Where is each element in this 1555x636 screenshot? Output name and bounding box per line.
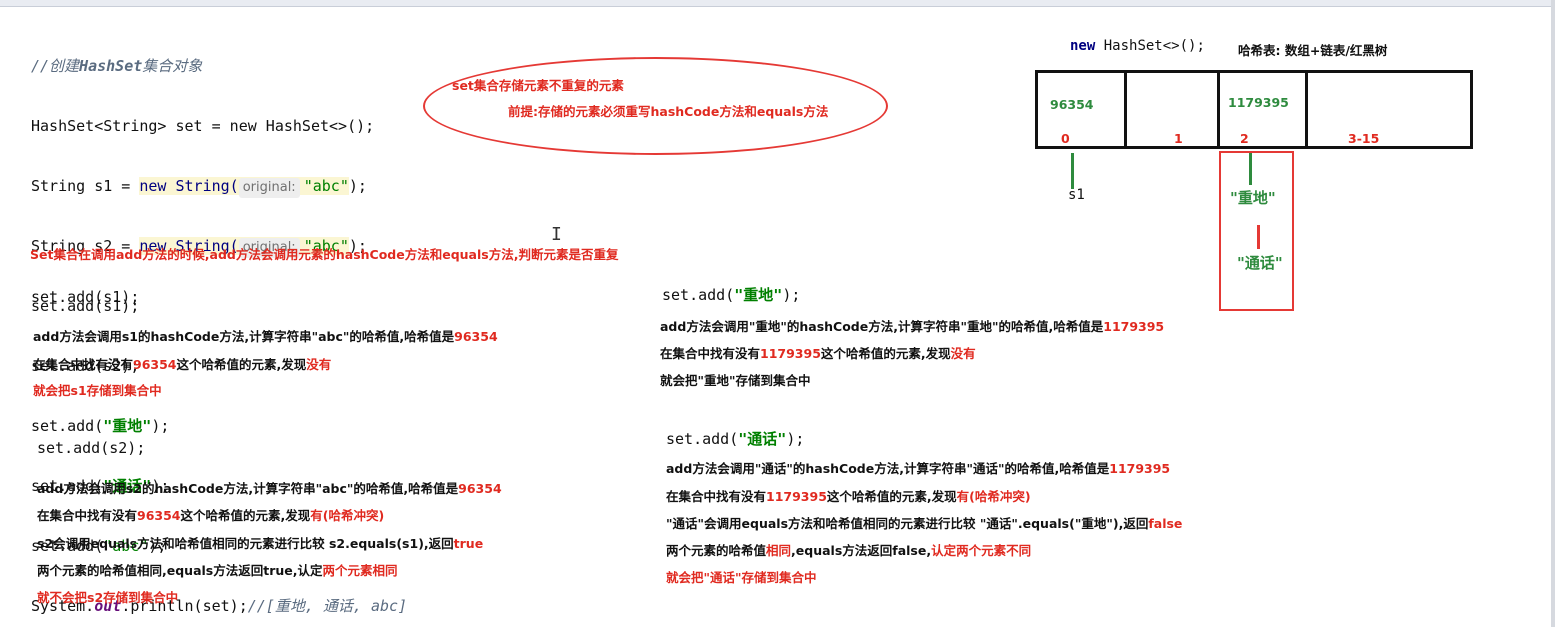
block-s2-line-3: s2会调用equals方法和哈希值相同的元素进行比较 s2.equals(s1)… — [37, 536, 484, 551]
code-line-2: String s1 = new String(original: "abc"); — [31, 176, 407, 198]
bucket-index-2: 2 — [1240, 131, 1249, 146]
block-tonghua-line-4: 两个元素的哈希值相同,equals方法返回false,认定两个元素不同 — [666, 543, 1032, 558]
chain-node-s1: s1 — [1068, 187, 1085, 203]
bucket-index-0: 0 — [1061, 131, 1070, 146]
chain-link-collision — [1257, 225, 1260, 249]
block-s2-code: set.add(s2); — [37, 439, 146, 457]
block-s1-line-3: 就会把s1存储到集合中 — [33, 383, 162, 398]
block-zhongdi-line-2: 在集合中找有没有1179395这个哈希值的元素,发现没有 — [660, 346, 976, 361]
block-s2-line-2: 在集合中找有没有96354这个哈希值的元素,发现有(哈希冲突) — [37, 508, 385, 523]
ellipse-line-1: set集合存储元素不重复的元素 — [452, 78, 624, 93]
block-s2-line-5: 就不会把s2存储到集合中 — [37, 590, 179, 605]
block-zhongdi-line-1: add方法会调用"重地"的hashCode方法,计算字符串"重地"的哈希值,哈希… — [660, 319, 1165, 334]
text-cursor-icon: I — [551, 224, 562, 245]
block-s2-line-1: add方法会调用s2的hashCode方法,计算字符串"abc"的哈希值,哈希值… — [37, 481, 502, 496]
chain-node-zhongdi: "重地" — [1230, 189, 1276, 207]
chain-link-s1 — [1071, 153, 1074, 189]
code-line-6: set.add("重地"); — [31, 417, 170, 435]
block-s1-line-2: 在集合中找有没有96354这个哈希值的元素,发现没有 — [33, 357, 332, 372]
ellipse-line-2: 前提:存储的元素必须重写hashCode方法和equals方法 — [508, 104, 829, 119]
block-tonghua-line-2: 在集合中找有没有1179395这个哈希值的元素,发现有(哈希冲突) — [666, 489, 1031, 504]
table-divider — [1124, 70, 1127, 149]
window-right-edge — [1551, 0, 1555, 627]
block-zhongdi-line-3: 就会把"重地"存储到集合中 — [660, 373, 811, 388]
code-line-1: HashSet<String> set = new HashSet<>(); — [31, 117, 375, 135]
block-tonghua-code: set.add("通话"); — [666, 430, 805, 448]
block-tonghua-line-5: 就会把"通话"存储到集合中 — [666, 570, 817, 585]
chain-link-bucket-2 — [1249, 153, 1252, 185]
chain-node-tonghua: "通话" — [1237, 254, 1283, 272]
bucket-index-1: 1 — [1174, 131, 1183, 146]
table-divider — [1217, 70, 1220, 149]
block-s2-line-4: 两个元素的哈希值相同,equals方法返回true,认定两个元素相同 — [37, 563, 398, 578]
block-s1-code: set.add(s1); — [31, 288, 140, 306]
window-top-bar — [0, 0, 1555, 7]
diagram-title-code: new HashSet<>(); — [1070, 38, 1205, 54]
block-s1-line-1: add方法会调用s1的hashCode方法,计算字符串"abc"的哈希值,哈希值… — [33, 329, 498, 344]
section-heading: Set集合在调用add方法的时候,add方法会调用元素的hashCode方法和e… — [30, 247, 619, 262]
diagram-title-text: 哈希表: 数组+链表/红黑树 — [1238, 43, 1388, 58]
bucket-value-0: 96354 — [1050, 97, 1094, 112]
bucket-index-3-15: 3-15 — [1348, 131, 1380, 146]
block-tonghua-line-3: "通话"会调用equals方法和哈希值相同的元素进行比较 "通话".equals… — [666, 516, 1183, 531]
block-tonghua-line-1: add方法会调用"通话"的hashCode方法,计算字符串"通话"的哈希值,哈希… — [666, 461, 1171, 476]
code-comment-line: //创建HashSet集合对象 — [31, 57, 203, 75]
table-divider — [1305, 70, 1308, 149]
bucket-value-2: 1179395 — [1228, 95, 1289, 110]
param-hint: original: — [238, 178, 300, 198]
block-zhongdi-code: set.add("重地"); — [662, 286, 801, 304]
